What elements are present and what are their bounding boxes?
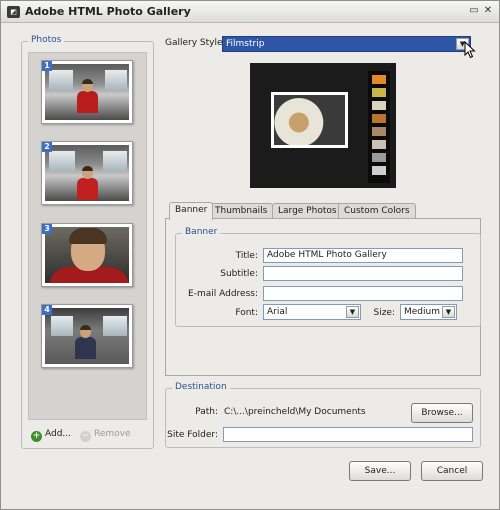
photos-group-label: Photos — [28, 35, 65, 45]
photo-image — [45, 308, 129, 364]
photo-list: 1 2 3 4 — [28, 52, 147, 420]
title-label: Title: — [235, 251, 258, 261]
close-button[interactable]: ✕ — [482, 5, 494, 17]
photo-thumbnail-2[interactable]: 2 — [41, 141, 133, 205]
photo-number: 3 — [42, 224, 52, 234]
email-field[interactable] — [263, 286, 463, 301]
path-value: C:\...\preincheld\My Documents — [224, 407, 366, 417]
save-button[interactable]: Save... — [349, 461, 411, 481]
add-icon: + — [31, 431, 42, 442]
photo-image — [45, 145, 129, 201]
add-photo-button[interactable]: + Add... — [31, 429, 71, 442]
chevron-down-icon[interactable]: ▼ — [442, 306, 455, 318]
photo-number: 1 — [42, 61, 52, 71]
site-folder-label: Site Folder: — [167, 430, 218, 440]
photo-number: 2 — [42, 142, 52, 152]
subtitle-label: Subtitle: — [220, 269, 258, 279]
font-label: Font: — [235, 308, 258, 318]
photos-group: Photos 1 2 3 4 — [21, 35, 154, 449]
photo-image — [45, 64, 129, 120]
tab-thumbnails[interactable]: Thumbnails — [209, 203, 274, 219]
gallery-style-value: Filmstrip — [226, 39, 265, 49]
preview-filmstrip — [368, 71, 390, 183]
destination-group-label: Destination — [172, 382, 230, 392]
photo-thumbnail-3[interactable]: 3 — [41, 223, 133, 287]
size-select[interactable]: Medium ▼ — [400, 304, 457, 320]
tab-large-photos[interactable]: Large Photos — [272, 203, 343, 219]
size-label: Size: — [373, 308, 395, 318]
email-label: E-mail Address: — [188, 289, 258, 299]
tab-custom-colors[interactable]: Custom Colors — [338, 203, 416, 219]
gallery-style-label: Gallery Style: — [165, 38, 226, 48]
browse-button[interactable]: Browse... — [411, 403, 473, 423]
app-icon: ◩ — [7, 6, 20, 18]
subtitle-field[interactable] — [263, 266, 463, 281]
tab-banner[interactable]: Banner — [169, 202, 214, 220]
photo-number: 4 — [42, 305, 52, 315]
banner-group-label: Banner — [182, 227, 221, 237]
remove-icon: − — [80, 431, 91, 442]
site-folder-field[interactable] — [223, 427, 473, 442]
photo-thumbnail-4[interactable]: 4 — [41, 304, 133, 368]
path-label: Path: — [195, 407, 218, 417]
cancel-button[interactable]: Cancel — [421, 461, 483, 481]
photo-gallery-dialog: ◩ Adobe HTML Photo Gallery ▭ ✕ Photos 1 — [0, 0, 500, 510]
window-title: Adobe HTML Photo Gallery — [25, 5, 191, 18]
style-preview — [250, 63, 396, 188]
preview-large-photo — [271, 92, 348, 148]
add-label: Add... — [45, 429, 72, 439]
gallery-style-select[interactable]: Filmstrip ▼ — [222, 36, 471, 52]
restore-button[interactable]: ▭ — [468, 5, 480, 17]
photo-thumbnail-1[interactable]: 1 — [41, 60, 133, 124]
mouse-cursor-icon — [464, 40, 476, 63]
size-value: Medium — [404, 307, 440, 317]
photo-image — [45, 227, 129, 283]
title-field[interactable]: Adobe HTML Photo Gallery — [263, 248, 463, 263]
title-bar: ◩ Adobe HTML Photo Gallery ▭ ✕ — [1, 1, 499, 23]
